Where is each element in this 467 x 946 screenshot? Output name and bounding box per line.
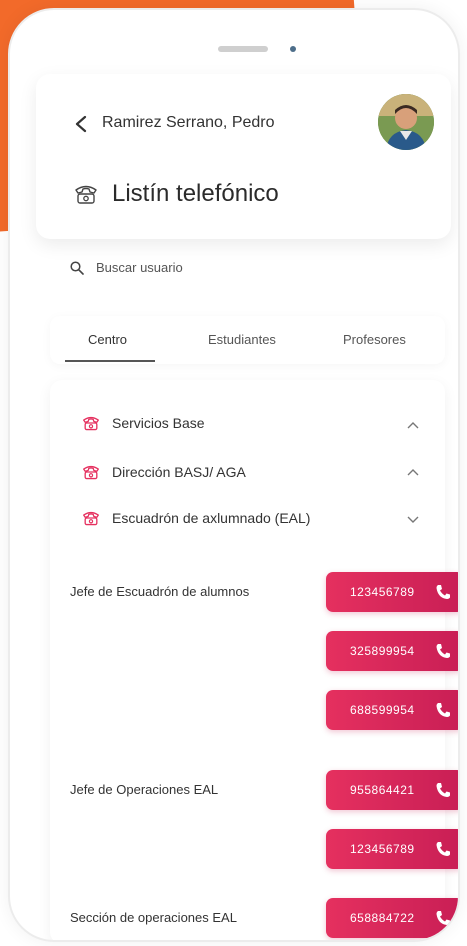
tab-centro[interactable]: Centro	[88, 332, 127, 347]
phone-number: 123456789	[350, 842, 415, 856]
phone-frame: Ramirez Serrano, Pedro Listín telefónico	[8, 8, 460, 942]
section-label: Dirección BASJ/ AGA	[112, 464, 246, 480]
section-label: Servicios Base	[112, 415, 205, 431]
phone-call-icon	[436, 703, 450, 717]
chevron-up-icon[interactable]	[407, 468, 419, 476]
chevron-down-icon[interactable]	[407, 516, 419, 524]
directory-list: Servicios Base Dirección BASJ/ AGA Escua…	[50, 380, 458, 940]
phone-speaker	[218, 46, 268, 52]
phone-number: 688599954	[350, 703, 415, 717]
avatar[interactable]	[378, 94, 434, 150]
call-button[interactable]: 658884722	[326, 898, 458, 938]
stage: Ramirez Serrano, Pedro Listín telefónico	[0, 0, 467, 946]
telephone-icon	[83, 416, 99, 431]
phone-call-icon	[436, 783, 450, 797]
phone-call-icon	[436, 644, 450, 658]
phone-camera	[290, 46, 296, 52]
call-button[interactable]: 123456789	[326, 829, 458, 869]
call-button[interactable]: 123456789	[326, 572, 458, 612]
search-bar[interactable]: Buscar usuario	[70, 260, 183, 275]
phone-call-icon	[436, 911, 450, 925]
tab-estudiantes[interactable]: Estudiantes	[208, 332, 276, 347]
search-input[interactable]: Buscar usuario	[96, 260, 183, 275]
contact-label: Sección de operaciones EAL	[70, 910, 237, 925]
phone-call-icon	[436, 842, 450, 856]
call-button[interactable]: 955864421	[326, 770, 458, 810]
call-button[interactable]: 325899954	[326, 631, 458, 671]
tab-active-indicator	[65, 360, 155, 362]
telephone-icon	[83, 511, 99, 526]
section-servicios-base[interactable]: Servicios Base	[82, 415, 205, 431]
contact-label: Jefe de Escuadrón de alumnos	[70, 584, 250, 599]
header-card: Ramirez Serrano, Pedro Listín telefónico	[36, 74, 451, 239]
call-button[interactable]: 688599954	[326, 690, 458, 730]
phone-number: 325899954	[350, 644, 415, 658]
chevron-left-icon[interactable]	[72, 114, 92, 134]
telephone-icon	[75, 185, 97, 204]
section-escuadron-eal[interactable]: Escuadrón de axlumnado (EAL)	[82, 510, 310, 526]
telephone-icon	[83, 465, 99, 480]
contact-label: Jefe de Operaciones EAL	[70, 782, 219, 797]
phone-call-icon	[436, 585, 450, 599]
phone-number: 955864421	[350, 783, 415, 797]
user-name: Ramirez Serrano, Pedro	[102, 114, 275, 131]
phone-number: 658884722	[350, 911, 415, 925]
chevron-up-icon[interactable]	[407, 421, 419, 429]
section-label: Escuadrón de axlumnado (EAL)	[112, 510, 311, 526]
section-direccion-basj[interactable]: Dirección BASJ/ AGA	[82, 464, 246, 480]
search-icon	[70, 260, 84, 275]
tab-profesores[interactable]: Profesores	[343, 332, 406, 347]
page-title: Listín telefónico	[112, 180, 279, 207]
phone-number: 123456789	[350, 585, 415, 599]
tab-bar: Centro Estudiantes Profesores	[50, 316, 445, 364]
